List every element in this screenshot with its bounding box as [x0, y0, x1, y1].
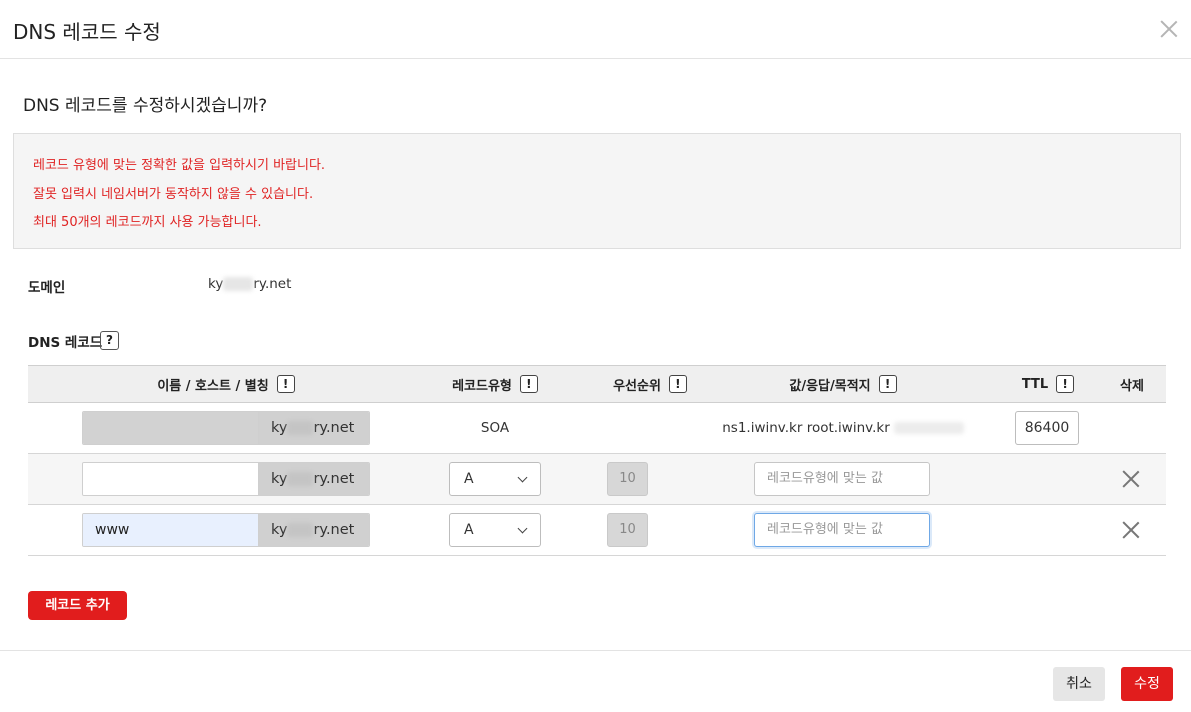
dns-record-label: DNS 레코드 — [28, 335, 103, 351]
host-field-group: www ky ry.net — [82, 513, 370, 547]
ttl-input[interactable]: 86400 — [1015, 411, 1079, 445]
record-type-select[interactable]: A — [449, 513, 541, 547]
suffix-tail: ry.net — [313, 471, 355, 487]
redacted-blur — [287, 472, 314, 486]
delete-icon[interactable] — [1122, 470, 1140, 488]
header-value-label: 값/응답/목적지 — [789, 378, 871, 394]
record-value-text: ns1.iwinv.kr root.iwinv.kr — [718, 403, 968, 453]
close-icon[interactable] — [1159, 18, 1179, 38]
suffix-tail: ry.net — [313, 420, 355, 436]
cancel-button[interactable]: 취소 — [1053, 667, 1105, 701]
domain-label: 도메인 — [28, 280, 66, 296]
priority-input: 10 — [607, 513, 648, 547]
value-input[interactable]: 레코드유형에 맞는 값 — [754, 462, 930, 496]
host-input — [83, 412, 259, 444]
suffix-prefix: ky — [271, 471, 288, 487]
host-field-group: ky ry.net — [82, 462, 370, 496]
header-delete: 삭제 — [1120, 378, 1144, 394]
info-icon[interactable]: ! — [276, 375, 295, 393]
info-icon[interactable]: ! — [668, 375, 687, 393]
host-input[interactable]: www — [83, 514, 259, 546]
suffix-tail: ry.net — [313, 522, 355, 538]
redacted-blur — [223, 277, 254, 291]
submit-button[interactable]: 수정 — [1121, 667, 1173, 701]
header-ttl: TTL ! — [1008, 366, 1088, 402]
table-row: ky ry.net SOA ns1.iwinv.kr root.iwinv.kr… — [28, 403, 1166, 454]
domain-suffix: ry.net — [253, 276, 292, 292]
redacted-blur — [287, 421, 314, 435]
confirm-question: DNS 레코드를 수정하시겠습니까? — [23, 96, 268, 116]
priority-input: 10 — [607, 462, 648, 496]
table-row: ky ry.net A 10 레코드유형에 맞는 값 — [28, 454, 1166, 505]
value-input[interactable]: 레코드유형에 맞는 값 — [754, 513, 930, 547]
header-name: 이름 / 호스트 / 별칭 ! — [82, 366, 370, 402]
dns-record-table: 이름 / 호스트 / 별칭 ! 레코드유형 ! 우선순위 ! 값/응답/목적지 … — [28, 365, 1166, 556]
header-priority-label: 우선순위 — [613, 378, 661, 394]
suffix-prefix: ky — [271, 420, 288, 436]
redacted-blur — [287, 523, 314, 537]
table-header: 이름 / 호스트 / 별칭 ! 레코드유형 ! 우선순위 ! 값/응답/목적지 … — [28, 365, 1166, 403]
help-icon[interactable]: ? — [100, 331, 119, 350]
delete-icon[interactable] — [1122, 521, 1140, 539]
record-type-text: SOA — [480, 420, 510, 436]
info-icon[interactable]: ! — [519, 375, 538, 393]
header-name-label: 이름 / 호스트 / 별칭 — [157, 378, 269, 394]
header-value: 값/응답/목적지 ! — [758, 366, 928, 402]
modal-header: DNS 레코드 수정 — [0, 0, 1191, 59]
notice-line: 레코드 유형에 맞는 정확한 값을 입력하시기 바랍니다. — [33, 158, 326, 173]
record-type-value: A — [464, 471, 474, 487]
info-icon[interactable]: ! — [1056, 375, 1075, 393]
host-field-group: ky ry.net — [82, 411, 370, 445]
host-value: www — [95, 522, 130, 538]
host-domain-suffix: ky ry.net — [259, 463, 369, 495]
record-type-select[interactable]: A — [449, 462, 541, 496]
header-type-label: 레코드유형 — [452, 378, 512, 394]
chevron-down-icon — [517, 523, 528, 533]
header-type: 레코드유형 ! — [428, 366, 562, 402]
domain-value: ky ry.net — [208, 276, 291, 292]
add-record-button[interactable]: 레코드 추가 — [28, 591, 127, 620]
header-priority: 우선순위 ! — [580, 366, 720, 402]
host-input[interactable] — [83, 463, 259, 495]
redacted-blur — [893, 422, 964, 434]
modal-title: DNS 레코드 수정 — [13, 20, 161, 44]
notice-line: 잘못 입력시 네임서버가 동작하지 않을 수 있습니다. — [33, 186, 314, 202]
host-domain-suffix: ky ry.net — [259, 514, 369, 546]
chevron-down-icon — [517, 472, 528, 482]
domain-prefix: ky — [208, 276, 224, 292]
table-row: www ky ry.net A 10 레코드유형에 맞는 값 — [28, 505, 1166, 556]
record-type-value: A — [464, 522, 474, 538]
header-ttl-label: TTL — [1021, 376, 1049, 392]
info-icon[interactable]: ! — [878, 375, 897, 393]
modal-footer: 취소 수정 — [0, 650, 1191, 712]
notice-box: 레코드 유형에 맞는 정확한 값을 입력하시기 바랍니다. 잘못 입력시 네임서… — [13, 133, 1181, 249]
soa-value: ns1.iwinv.kr root.iwinv.kr — [722, 420, 890, 436]
suffix-prefix: ky — [271, 522, 288, 538]
notice-line: 최대 50개의 레코드까지 사용 가능합니다. — [33, 215, 262, 230]
host-domain-suffix: ky ry.net — [259, 412, 369, 444]
